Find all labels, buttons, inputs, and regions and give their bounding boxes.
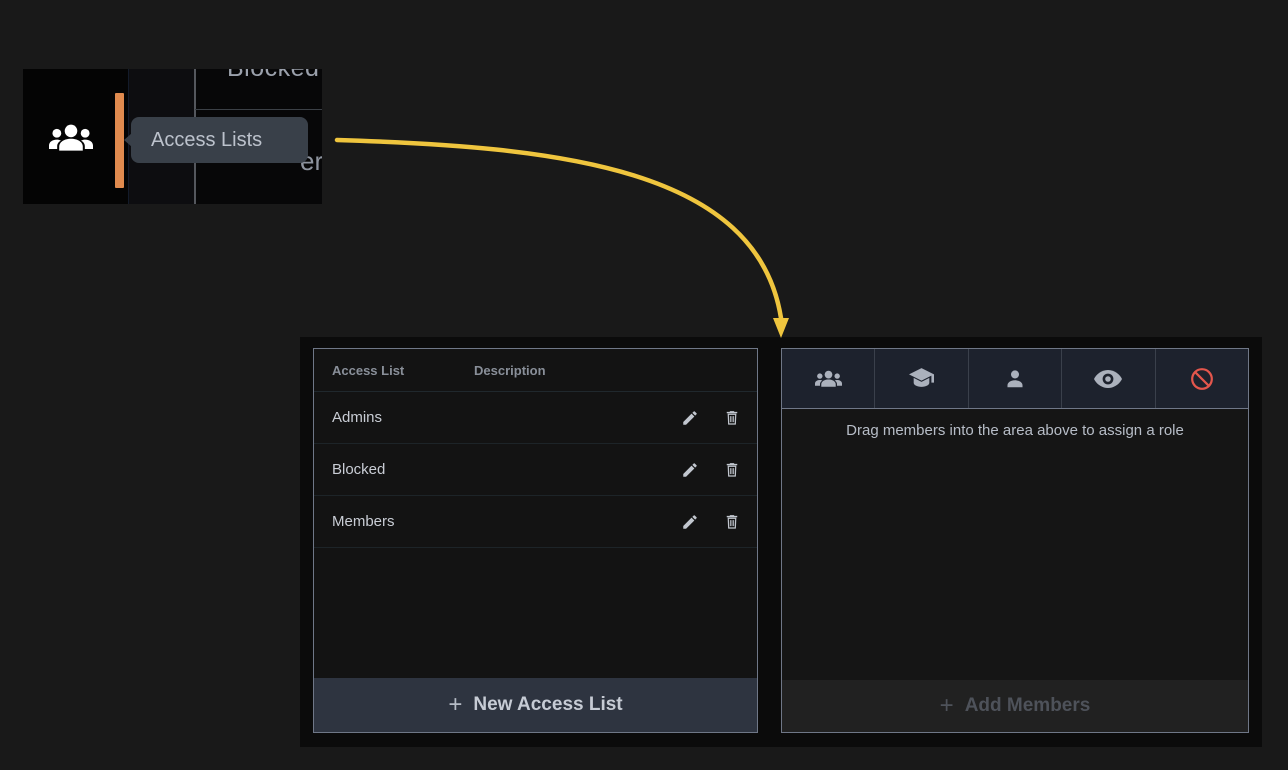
- sidebar-zoom-inset: Blocked ers Access Lists: [23, 69, 322, 204]
- column-header-description: Description: [474, 363, 546, 378]
- delete-icon[interactable]: [723, 461, 741, 479]
- role-cell-viewer[interactable]: [1062, 349, 1155, 408]
- members-empty-space: [782, 439, 1248, 680]
- person-icon: [1004, 368, 1026, 390]
- role-drop-targets: [782, 349, 1248, 409]
- drag-members-hint: Drag members into the area above to assi…: [782, 422, 1248, 439]
- members-panel: Drag members into the area above to assi…: [781, 348, 1249, 733]
- delete-icon[interactable]: [723, 513, 741, 531]
- edit-icon[interactable]: [681, 461, 699, 479]
- role-cell-blocked[interactable]: [1156, 349, 1248, 408]
- delete-icon[interactable]: [723, 409, 741, 427]
- table-header: Access List Description: [314, 349, 757, 392]
- add-members-label: Add Members: [965, 695, 1091, 717]
- plus-icon: +: [448, 693, 462, 717]
- clipped-row-text-top: Blocked: [227, 69, 319, 83]
- graduation-cap-icon: [909, 368, 934, 389]
- add-members-button[interactable]: + Add Members: [782, 680, 1248, 732]
- role-cell-teacher[interactable]: [875, 349, 968, 408]
- column-header-access-list: Access List: [332, 363, 404, 378]
- new-access-list-label: New Access List: [473, 694, 622, 716]
- table-row[interactable]: Blocked: [314, 444, 757, 496]
- group-icon[interactable]: [49, 122, 93, 154]
- access-list-name: Members: [332, 513, 395, 530]
- edit-icon[interactable]: [681, 409, 699, 427]
- ban-icon: [1190, 367, 1214, 391]
- group-icon: [815, 369, 842, 389]
- eye-icon: [1094, 370, 1122, 388]
- access-list-name: Admins: [332, 409, 382, 426]
- plus-icon: +: [940, 694, 954, 718]
- edit-icon[interactable]: [681, 513, 699, 531]
- role-cell-group[interactable]: [782, 349, 875, 408]
- table-row[interactable]: Members: [314, 496, 757, 548]
- new-access-list-button[interactable]: + New Access List: [314, 678, 757, 732]
- role-cell-member[interactable]: [969, 349, 1062, 408]
- table-empty-space: [314, 548, 757, 678]
- access-lists-tooltip: Access Lists: [131, 117, 308, 163]
- tooltip-label: Access Lists: [151, 129, 262, 152]
- table-row[interactable]: Admins: [314, 392, 757, 444]
- row-divider: [195, 109, 322, 110]
- active-item-accent-bar: [115, 93, 124, 188]
- access-list-name: Blocked: [332, 461, 385, 478]
- access-lists-view: Access List Description Admins Blocked M…: [300, 337, 1262, 747]
- access-lists-table-panel: Access List Description Admins Blocked M…: [313, 348, 758, 733]
